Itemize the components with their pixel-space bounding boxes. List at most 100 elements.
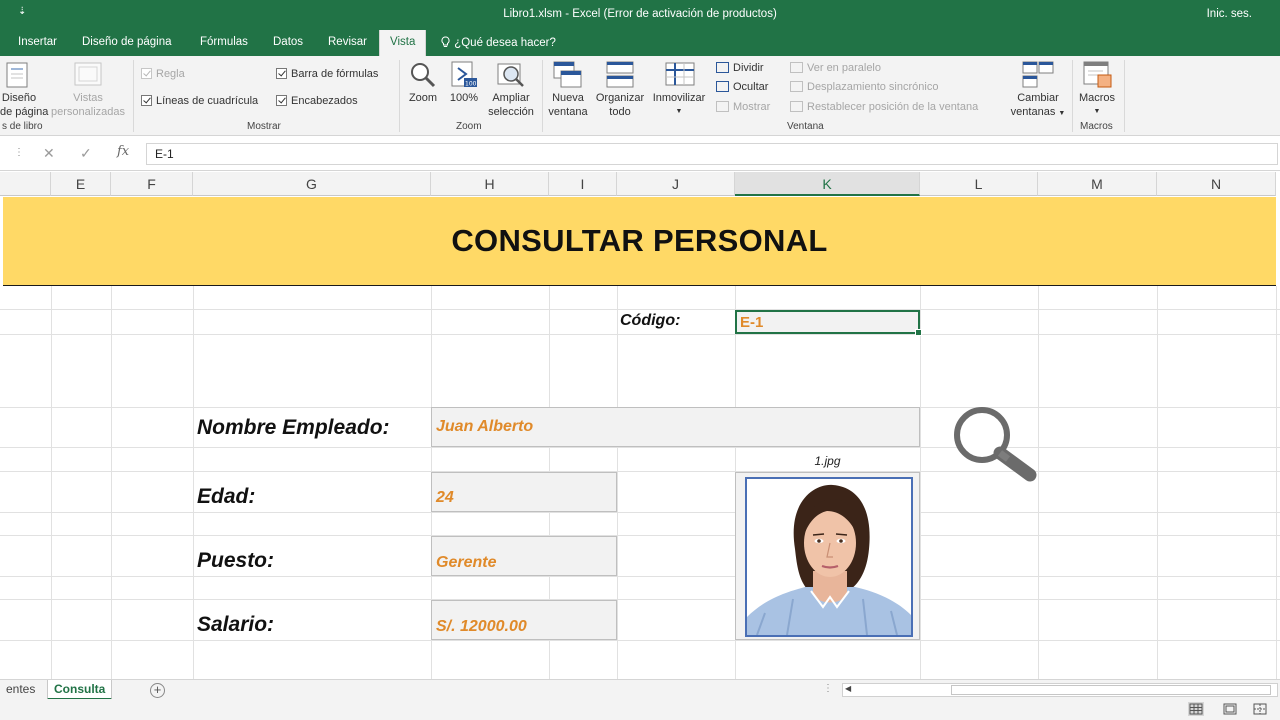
column-header-i[interactable]: I xyxy=(549,172,617,196)
arrange-all-icon[interactable] xyxy=(606,61,634,92)
headings-label: Encabezados xyxy=(291,95,358,107)
tab-formulas[interactable]: Fórmulas xyxy=(200,36,248,48)
zoom-100-icon[interactable]: 100 xyxy=(450,60,478,93)
name-value-cell[interactable]: Juan Alberto xyxy=(431,407,920,447)
freeze-panes-icon[interactable] xyxy=(665,62,695,89)
hide-icon xyxy=(716,81,729,92)
chevron-down-icon: ▼ xyxy=(675,108,683,115)
unhide-button[interactable]: Mostrar xyxy=(716,101,770,113)
separator xyxy=(399,60,400,132)
insert-function-icon[interactable]: fx xyxy=(117,144,129,159)
banner-title: CONSULTAR PERSONAL xyxy=(451,223,828,258)
column-header-k[interactable]: K xyxy=(735,172,920,196)
code-label: Código: xyxy=(620,312,681,329)
checkbox-box xyxy=(276,95,287,106)
side-by-side-button[interactable]: Ver en paralelo xyxy=(790,62,881,74)
page-break-view-icon[interactable] xyxy=(1252,702,1268,716)
photo-filename: 1.jpg xyxy=(814,454,841,468)
sync-scroll-button[interactable]: Desplazamiento sincrónico xyxy=(790,81,938,93)
normal-view-icon[interactable] xyxy=(1188,702,1204,716)
position-value-cell[interactable]: Gerente xyxy=(431,536,617,576)
formula-input[interactable]: E-1 xyxy=(146,143,1278,165)
split-button[interactable]: Dividir xyxy=(716,62,764,74)
freeze-panes-button[interactable]: Inmovilizar ▼ xyxy=(648,91,710,119)
new-window-button[interactable]: Nueva ventana xyxy=(545,91,591,119)
page-layout-view-button[interactable]: Diseño de página xyxy=(0,91,48,119)
sheet-tab-consulta[interactable]: Consulta xyxy=(47,680,113,700)
tab-splitter-icon[interactable]: ⋮ xyxy=(823,683,833,694)
gridline xyxy=(0,599,1280,600)
magnifier-icon[interactable] xyxy=(952,407,1040,488)
position-label: Puesto: xyxy=(197,549,275,572)
book-views-group-label: s de libro xyxy=(2,121,43,132)
zoom-selection-button[interactable]: Ampliar selección xyxy=(482,91,540,119)
svg-text:100: 100 xyxy=(465,81,477,88)
tab-vista[interactable]: Vista xyxy=(379,30,427,57)
sheet-tab-entes[interactable]: entes xyxy=(0,680,41,700)
column-header-j[interactable]: J xyxy=(617,172,735,196)
sync-scroll-icon xyxy=(790,81,803,92)
column-header-g[interactable]: G xyxy=(193,172,431,196)
column-header-l[interactable]: L xyxy=(920,172,1038,196)
gridlines-checkbox[interactable]: Líneas de cuadrícula xyxy=(141,95,258,107)
tab-insertar[interactable]: Insertar xyxy=(18,36,57,48)
worksheet-grid[interactable]: CONSULTAR PERSONAL Código: E-1 Nombre Em… xyxy=(0,197,1280,679)
column-header-f[interactable]: F xyxy=(111,172,193,196)
page-layout-view-icon[interactable] xyxy=(6,62,28,91)
custom-views-button[interactable]: Vistas personalizadas xyxy=(46,91,130,119)
age-label: Edad: xyxy=(197,485,256,508)
macros-button[interactable]: Macros ▼ xyxy=(1074,91,1120,119)
column-header-n[interactable]: N xyxy=(1157,172,1276,196)
employee-photo[interactable] xyxy=(745,477,913,637)
grip-icon[interactable]: ⋮ xyxy=(14,147,24,158)
zoom-selection-icon[interactable] xyxy=(496,62,528,93)
scroll-left-icon[interactable]: ◀ xyxy=(845,684,851,693)
scrollbar-thumb[interactable] xyxy=(951,685,1271,695)
split-label: Dividir xyxy=(733,62,764,74)
arrange-all-button[interactable]: Organizar todo xyxy=(592,91,648,119)
reset-position-button[interactable]: Restablecer posición de la ventana xyxy=(790,101,978,113)
zoom-button[interactable]: Zoom xyxy=(403,91,443,105)
gridline xyxy=(1157,286,1158,679)
hide-button[interactable]: Ocultar xyxy=(716,81,768,93)
macros-icon[interactable] xyxy=(1083,61,1113,92)
hide-label: Ocultar xyxy=(733,81,769,93)
enter-icon[interactable]: ✓ xyxy=(80,145,92,162)
add-sheet-icon[interactable]: + xyxy=(150,683,165,698)
cancel-icon[interactable]: ✕ xyxy=(43,145,55,162)
code-cell-selected[interactable]: E-1 xyxy=(735,310,922,336)
switch-windows-label-2-text: ventanas xyxy=(1010,106,1056,118)
tell-me-search[interactable]: ¿Qué desea hacer? xyxy=(440,36,556,49)
column-header-e[interactable]: E xyxy=(51,172,111,196)
salary-value-cell[interactable]: S/. 12000.00 xyxy=(431,600,617,640)
switch-windows-icon[interactable] xyxy=(1022,61,1054,92)
column-header-m[interactable]: M xyxy=(1038,172,1157,196)
switch-windows-button[interactable]: Cambiar ventanas ▼ xyxy=(1006,91,1070,121)
side-by-side-label: Ver en paralelo xyxy=(807,62,881,74)
page-layout-view-status-icon[interactable] xyxy=(1222,702,1238,716)
tab-datos[interactable]: Datos xyxy=(273,36,303,48)
tab-revisar[interactable]: Revisar xyxy=(328,36,367,48)
column-header-blank xyxy=(0,172,51,196)
horizontal-scrollbar[interactable]: ◀ xyxy=(842,683,1278,697)
zoom-100-button[interactable]: 100% xyxy=(444,91,484,105)
gridline xyxy=(617,286,618,679)
separator xyxy=(133,60,134,132)
new-window-icon[interactable] xyxy=(553,61,583,92)
tab-diseno-de-pagina[interactable]: Diseño de página xyxy=(82,36,172,48)
gridline xyxy=(0,640,1280,641)
checkbox-box xyxy=(141,95,152,106)
ruler-checkbox[interactable]: Regla xyxy=(141,68,185,80)
title-bar: ⇣ Libro1.xlsm - Excel (Error de activaci… xyxy=(0,0,1280,30)
age-value-cell[interactable]: 24 xyxy=(431,472,617,512)
formula-bar-checkbox[interactable]: Barra de fórmulas xyxy=(276,68,378,80)
sign-in-link[interactable]: Inic. ses. xyxy=(1207,8,1252,20)
column-header-h[interactable]: H xyxy=(431,172,549,196)
ribbon-tabs: Insertar Diseño de página Fórmulas Datos… xyxy=(0,30,1280,57)
headings-checkbox[interactable]: Encabezados xyxy=(276,95,358,107)
page-layout-label-1: Diseño xyxy=(1,92,37,104)
arrange-all-label-2: todo xyxy=(609,106,631,118)
status-bar xyxy=(0,699,1280,720)
zoom-icon[interactable] xyxy=(408,61,438,92)
name-label: Nombre Empleado: xyxy=(197,416,390,439)
